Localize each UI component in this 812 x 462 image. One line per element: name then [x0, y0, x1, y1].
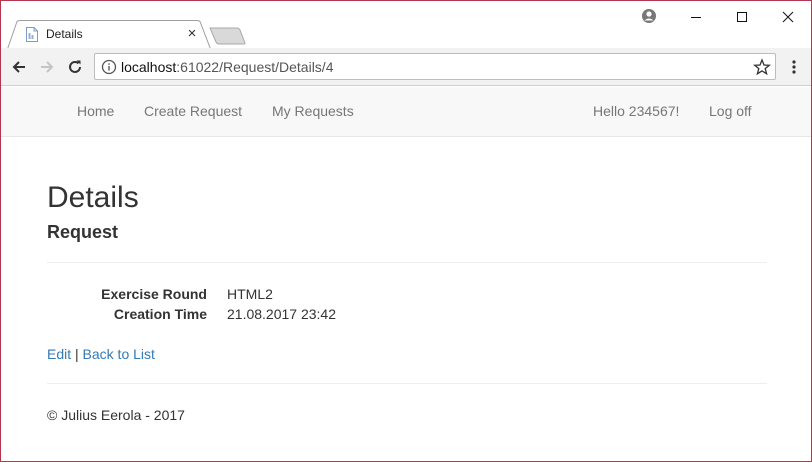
tab-strip: Details ×: [1, 1, 811, 49]
url-text: localhost:61022/Request/Details/4: [121, 59, 333, 75]
maximize-icon[interactable]: [719, 3, 765, 31]
nav-user-greeting[interactable]: Hello 234567!: [593, 103, 679, 120]
minimize-icon[interactable]: [673, 3, 719, 31]
page-favicon-icon: [25, 27, 39, 42]
tab-details[interactable]: Details ×: [7, 20, 211, 49]
edit-link[interactable]: Edit: [47, 346, 71, 362]
nav-my-requests[interactable]: My Requests: [272, 103, 354, 120]
browser-window: Details × localhost:61022/Request/Detail…: [0, 0, 812, 462]
info-icon[interactable]: [101, 59, 117, 75]
tab-title: Details: [46, 27, 83, 41]
action-links: Edit | Back to List: [47, 346, 155, 363]
field-label-exercise-round: Exercise Round: [101, 286, 207, 302]
footer-divider: [47, 383, 767, 384]
browser-toolbar: localhost:61022/Request/Details/4: [1, 48, 811, 86]
nav-create-request[interactable]: Create Request: [144, 103, 242, 120]
field-value-exercise-round: HTML2: [227, 286, 273, 302]
divider: [47, 262, 767, 263]
back-to-list-link[interactable]: Back to List: [83, 346, 155, 362]
link-separator: |: [75, 346, 79, 362]
menu-dots-icon[interactable]: [782, 55, 806, 79]
address-bar[interactable]: localhost:61022/Request/Details/4: [94, 53, 776, 80]
nav-home[interactable]: Home: [77, 103, 114, 120]
close-icon[interactable]: ×: [185, 25, 199, 43]
new-tab-button[interactable]: [209, 27, 247, 45]
profile-icon[interactable]: [640, 7, 658, 25]
field-label-creation-time: Creation Time: [113, 306, 207, 322]
url-path: :61022/Request/Details/4: [176, 59, 334, 75]
reload-icon[interactable]: [63, 55, 87, 79]
star-icon[interactable]: [752, 58, 772, 76]
page-title: Details: [47, 181, 139, 214]
window-close-icon[interactable]: [765, 3, 811, 31]
footer-copyright: © Julius Eerola - 2017: [47, 407, 185, 423]
back-arrow-icon[interactable]: [7, 55, 31, 79]
forward-arrow-icon[interactable]: [35, 55, 59, 79]
site-navbar: Home Create Request My Requests Hello 23…: [1, 87, 811, 137]
field-value-creation-time: 21.08.2017 23:42: [227, 306, 336, 322]
nav-log-off[interactable]: Log off: [709, 103, 752, 120]
url-host: localhost: [121, 59, 177, 75]
page-subtitle: Request: [47, 222, 119, 242]
